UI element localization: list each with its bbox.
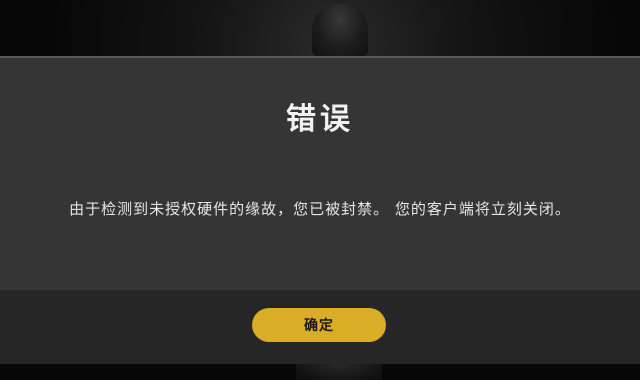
- confirm-button[interactable]: 确定: [252, 308, 386, 342]
- dialog-title: 错误: [286, 102, 354, 137]
- background-character-lower-image: [296, 362, 382, 380]
- dialog-body: 错误 由于检测到未授权硬件的缘故，您已被封禁。 您的客户端将立刻关闭。: [0, 58, 640, 290]
- background-character-image: [312, 4, 368, 56]
- ban-message: 由于检测到未授权硬件的缘故，您已被封禁。 您的客户端将立刻关闭。: [69, 200, 571, 218]
- error-dialog: 错误 由于检测到未授权硬件的缘故，您已被封禁。 您的客户端将立刻关闭。 确定: [0, 56, 640, 364]
